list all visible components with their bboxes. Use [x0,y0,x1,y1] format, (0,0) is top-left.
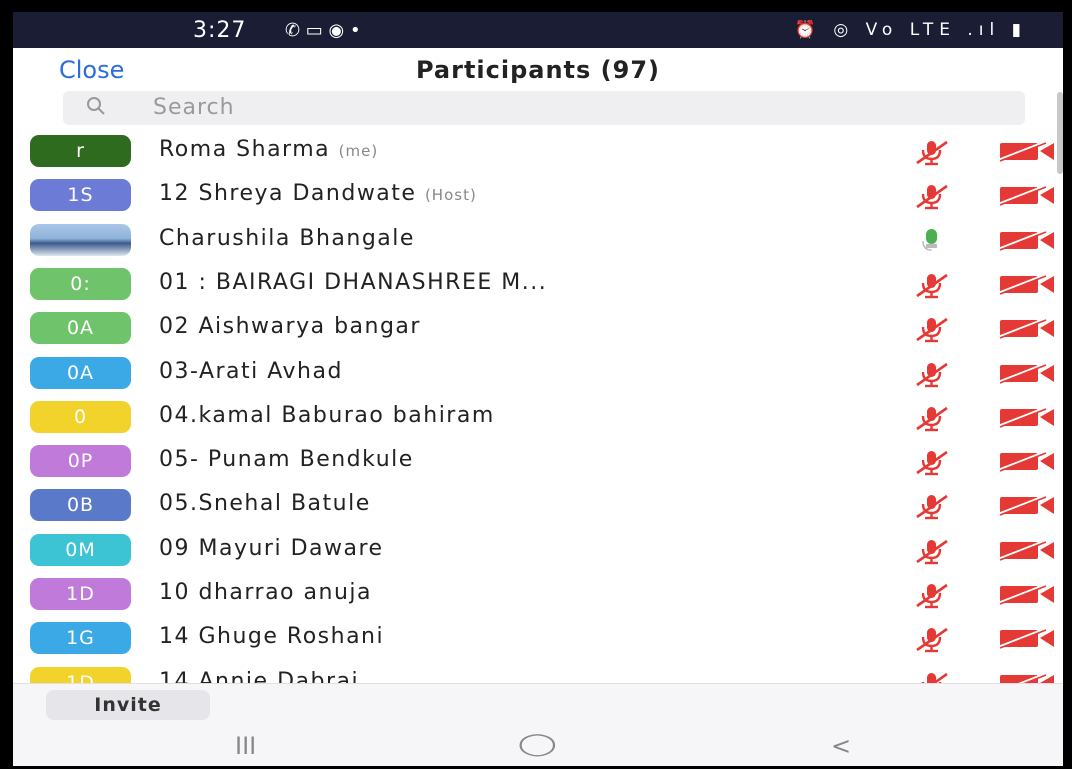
mic-muted-icon [915,360,949,388]
participant-row[interactable]: 0B 05.Snehal Batule [13,484,1056,528]
screenshot-frame: 3:27 ✆ ▭ ◉ • ⏰ ◎ Vo LTE .ıl ▮ Close Part… [0,0,1072,769]
mic-muted-icon [915,448,949,476]
avatar: 0 [30,400,131,433]
phone-screen: 3:27 ✆ ▭ ◉ • ⏰ ◎ Vo LTE .ıl ▮ Close Part… [13,12,1063,766]
avatar: 0M [30,533,131,566]
participant-name: 05.Snehal Batule [159,491,371,516]
video-off-icon [997,627,1056,650]
mic-muted-icon [915,670,949,683]
participant-name-text: 14 Ghuge Roshani [159,624,385,650]
video-off-icon [997,450,1056,472]
video-off-icon [997,140,1056,162]
video-off-icon [997,583,1056,605]
avatar: 0: [30,267,131,300]
participant-row[interactable]: 0P 05- Punam Bendkule [13,440,1056,484]
avatar: 0P [30,445,131,478]
participant-name-text: 05- Punam Bendkule [159,447,414,473]
mic-muted-icon [915,404,949,432]
participant-row[interactable]: 0A 02 Aishwarya bangar [13,307,1056,351]
participant-name-text: 04.kamal Baburao bahiram [159,402,495,428]
avatar: 1G [30,622,131,655]
mic-muted-icon [915,537,949,565]
recents-button[interactable]: III [235,732,256,760]
avatar: 1D [30,666,131,683]
participant-row[interactable]: 0M 09 Mayuri Daware [13,529,1056,573]
video-off-icon [997,273,1056,295]
mic-muted-icon [915,492,949,520]
footer-bar: Invite [13,683,1063,729]
participant-name: 09 Mayuri Daware [159,536,384,561]
participant-row[interactable]: 0: 01 : BAIRAGI DHANASHREE M... [13,263,1056,307]
participants-header: Close Participants (97) [13,48,1063,92]
video-off-icon [997,539,1056,561]
participant-name-text: 09 Mayuri Daware [159,535,384,561]
notification-icons: ✆ ▭ ◉ • [285,20,361,41]
participant-role-tag: (Host) [424,186,477,205]
video-off-icon [997,229,1056,251]
video-off-icon [997,317,1056,339]
avatar: 0A [30,356,131,389]
avatar: 1D [30,578,131,610]
participant-row[interactable]: 1D 14 Annie Dabrai [13,662,1056,683]
android-nav-bar: III ◯ < [13,728,1063,766]
participant-name: Roma Sharma (me) [159,137,378,162]
mic-on-icon [915,227,949,255]
participant-name: 12 Shreya Dandwate (Host) [159,181,477,206]
mic-muted-icon [915,182,949,210]
avatar: 1S [30,179,131,212]
participant-row[interactable]: 1S 12 Shreya Dandwate (Host) [13,174,1056,218]
participant-name-text: 10 dharrao anuja [159,580,372,605]
back-button[interactable]: < [831,732,851,760]
participant-name-text: 14 Annie Dabrai [159,668,360,683]
participant-name: Charushila Bhangale [159,226,415,251]
participant-name-text: 03-Arati Avhad [159,358,343,384]
participant-name: 04.kamal Baburao bahiram [159,403,495,428]
page-title: Participants (97) [415,56,661,84]
search-input[interactable] [151,94,955,121]
participant-row[interactable]: Charushila Bhangale [13,219,1056,263]
participant-row[interactable]: 0A 03-Arati Avhad [13,352,1056,396]
mic-muted-icon [915,271,949,299]
participant-row[interactable]: 0 04.kamal Baburao bahiram [13,396,1056,440]
video-off-icon [997,406,1056,428]
participant-name: 05- Punam Bendkule [159,447,414,472]
participant-name-text: 12 Shreya Dandwate [159,181,417,207]
search-icon [85,95,107,122]
avatar: r [30,135,131,167]
participant-name: 14 Annie Dabrai [159,669,359,683]
participant-name: 10 dharrao anuja [159,580,372,605]
participant-name-text: 02 Aishwarya bangar [159,314,421,340]
participant-name: 02 Aishwarya bangar [159,314,421,339]
participant-row[interactable]: 1D 10 dharrao anuja [13,573,1056,617]
video-off-icon [997,494,1056,517]
video-off-icon [998,672,1056,683]
participant-name-text: 05.Snehal Batule [159,491,371,517]
avatar: 0B [30,489,131,522]
status-time: 3:27 [193,18,247,43]
participant-name: 01 : BAIRAGI DHANASHREE M... [159,270,547,295]
participant-row[interactable]: r Roma Sharma (me) [13,130,1056,174]
mic-muted-icon [915,581,949,609]
status-bar: 3:27 ✆ ▭ ◉ • ⏰ ◎ Vo LTE .ıl ▮ [13,12,1063,48]
search-bar[interactable] [63,91,1025,125]
participant-name-text: Charushila Bhangale [159,225,415,251]
avatar: 0A [30,312,131,345]
participant-row[interactable]: 1G 14 Ghuge Roshani [13,617,1056,661]
home-button[interactable]: ◯ [518,732,557,757]
participant-name: 03-Arati Avhad [159,359,343,384]
avatar-photo [30,223,131,256]
video-off-icon [997,184,1056,207]
participant-name: 14 Ghuge Roshani [159,624,384,649]
participant-name-text: 01 : BAIRAGI DHANASHREE M... [159,269,548,295]
invite-button[interactable]: Invite [46,690,210,720]
participant-role-tag: (me) [338,142,379,160]
system-status-icons: ⏰ ◎ Vo LTE .ıl ▮ [794,20,1027,40]
mic-muted-icon [915,625,949,653]
mic-muted-icon [915,138,949,166]
participant-name-text: Roma Sharma [159,137,331,162]
video-off-icon [997,362,1056,384]
participant-list: r Roma Sharma (me) 1S 12 Shreya Dandwate (H… [13,130,1063,683]
mic-muted-icon [915,315,949,343]
